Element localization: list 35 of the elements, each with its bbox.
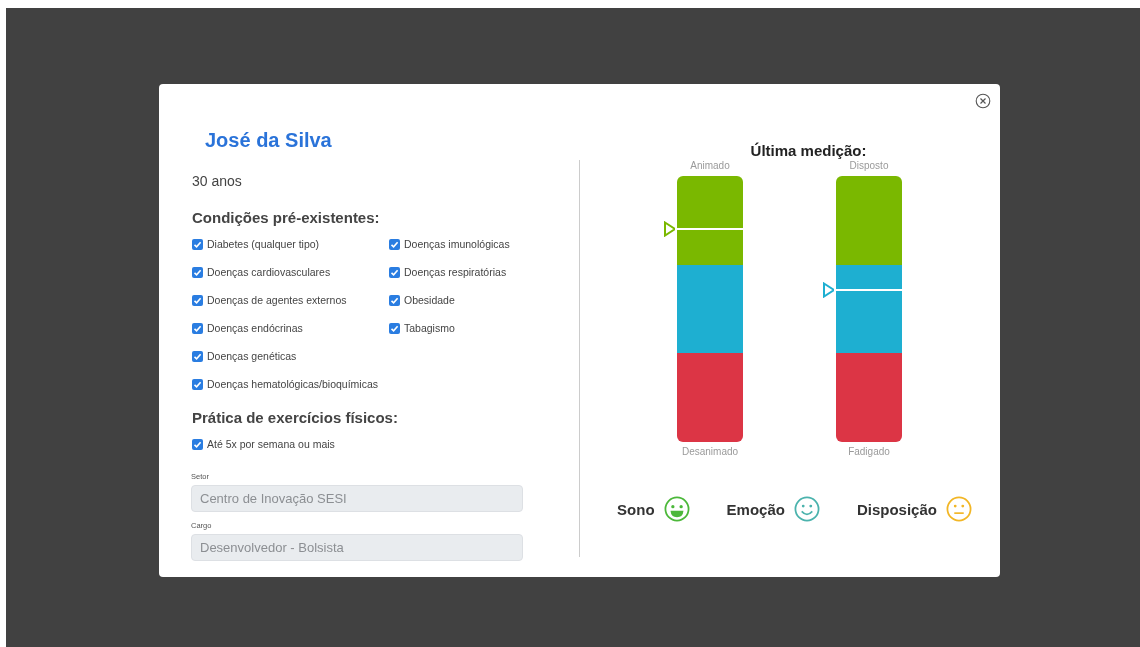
close-button[interactable] (975, 93, 991, 109)
patient-age: 30 anos (192, 172, 243, 190)
gauge-top-label: Disposto (849, 160, 889, 172)
checkbox[interactable] (192, 238, 203, 250)
checkbox-label: Doenças de agentes externos (207, 294, 347, 306)
checkbox[interactable] (192, 266, 203, 278)
checkbox-label: Doenças hematológicas/bioquímicas (207, 378, 378, 390)
mood-label: Emoção (726, 500, 785, 518)
checkbox-label: Até 5x por semana ou mais (207, 438, 335, 450)
checkbox-label: Obesidade (404, 294, 455, 306)
checkbox-label: Doenças cardiovasculares (207, 266, 331, 278)
checkbox[interactable] (389, 294, 400, 306)
checkbox[interactable] (192, 350, 203, 362)
mood-label: Disposição (856, 500, 937, 518)
gauge-bottom-label: Fadigado (848, 446, 890, 458)
checkbox[interactable] (389, 266, 400, 278)
section-heading: Prática de exercícios físicos: (192, 409, 399, 427)
checkbox-label: Doenças imunológicas (404, 238, 510, 250)
patient-name: José da Silva (205, 128, 333, 152)
checkbox[interactable] (192, 322, 203, 334)
gauge-top-label: Animado (690, 160, 730, 172)
checkbox[interactable] (389, 322, 400, 334)
measurement-title: Última medição: (750, 142, 867, 160)
gauge-bottom-label: Desanimado (681, 446, 739, 458)
checkbox[interactable] (192, 378, 203, 390)
mood-label: Sono (617, 500, 655, 518)
checkbox[interactable] (389, 238, 400, 250)
checkbox-label: Diabetes (qualquer tipo) (207, 238, 320, 250)
section-heading: Condições pré-existentes: (192, 209, 381, 227)
checkbox[interactable] (192, 294, 203, 306)
checkbox-label: Doenças respiratórias (404, 266, 507, 278)
checkbox-label: Tabagismo (404, 322, 455, 334)
checkbox-label: Doenças endócrinas (207, 322, 303, 334)
checkbox[interactable] (192, 438, 203, 450)
checkbox-label: Doenças genéticas (207, 350, 297, 362)
